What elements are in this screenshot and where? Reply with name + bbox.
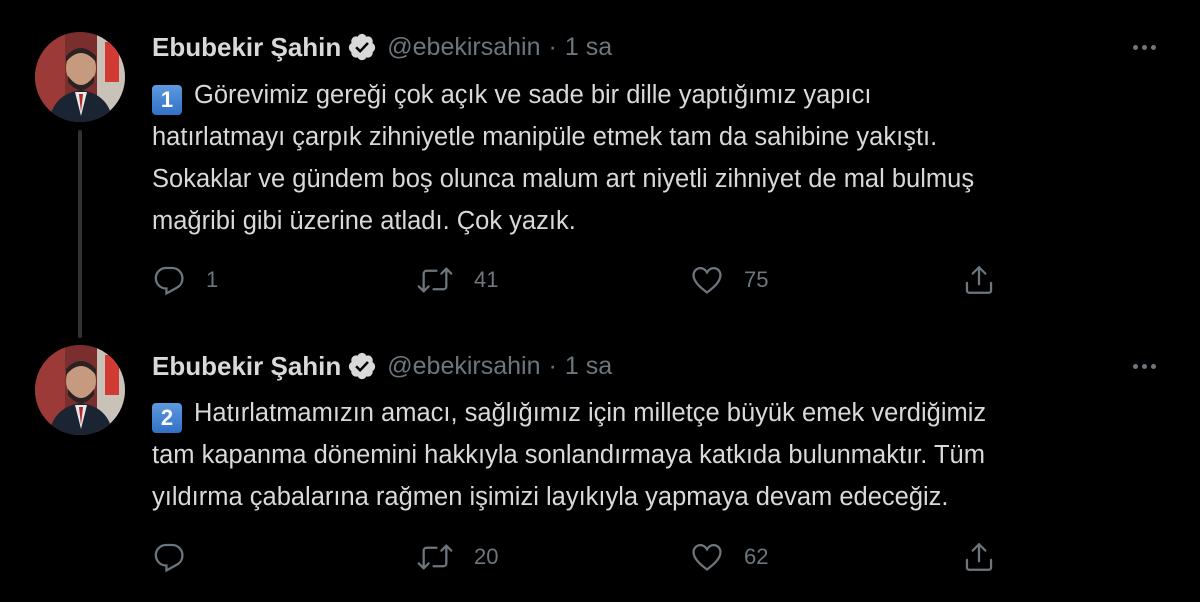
tweet-text-line: 2 Hatırlatmamızın amacı, sağlığımız için … [152, 392, 1162, 434]
reply-count: 1 [206, 267, 219, 292]
tweet-actions: 20 62 [152, 537, 1012, 577]
tweet-text-line: mağribi gibi üzerine atladı. Çok yazık. [152, 207, 576, 235]
share-button[interactable] [962, 537, 996, 577]
tweet-text-segment: Hatırlatmamızın amacı, sağlığımız için m… [194, 399, 987, 427]
share-icon [962, 540, 996, 574]
tweet-header: Ebubekir Şahin @ebekirsahin · 1 sa [152, 348, 612, 384]
keycap-number: 2 [152, 403, 182, 433]
like-count: 62 [744, 544, 769, 569]
retweet-count: 20 [474, 544, 499, 569]
tweet-actions: 1 41 75 [152, 260, 1012, 300]
share-button[interactable] [962, 260, 996, 300]
verified-badge-icon [347, 351, 377, 381]
author-handle[interactable]: @ebekirsahin [387, 352, 540, 381]
separator-dot: · [548, 32, 557, 61]
more-options-icon[interactable] [1124, 354, 1164, 378]
author-name[interactable]: Ebubekir Şahin [152, 32, 341, 63]
reply-icon [152, 263, 186, 297]
tweet-text-segment: Görevimiz gereği çok açık ve sade bir di… [194, 81, 872, 109]
keycap-number: 1 [152, 85, 182, 115]
avatar[interactable] [35, 32, 125, 122]
tweet-text: 2 Hatırlatmamızın amacı, sağlığımız için … [152, 392, 1162, 518]
like-button[interactable]: 62 [690, 537, 768, 577]
author-name[interactable]: Ebubekir Şahin [152, 351, 341, 382]
reply-icon [152, 540, 186, 574]
like-count: 75 [744, 267, 769, 292]
tweet-thread: Ebubekir Şahin @ebekirsahin · 1 sa 1 Göre… [0, 0, 1200, 602]
tweet-text: 1 Görevimiz gereği çok açık ve sade bir d… [152, 74, 1162, 242]
retweet-count: 41 [474, 267, 499, 292]
heart-icon [690, 540, 724, 574]
separator-dot: · [548, 351, 557, 380]
tweet-timestamp[interactable]: 1 sa [565, 33, 612, 62]
tweet-text-line: yıldırma çabalarına rağmen işimizi layık… [152, 483, 949, 511]
reply-button[interactable] [152, 537, 206, 577]
retweet-icon [416, 263, 454, 297]
tweet-text-line: tam kapanma dönemini hakkıyla sonlandırm… [152, 441, 985, 469]
retweet-button[interactable]: 41 [416, 260, 498, 300]
retweet-button[interactable]: 20 [416, 537, 498, 577]
tweet-timestamp[interactable]: 1 sa [565, 352, 612, 381]
tweet-text-line: Sokaklar ve gündem boş olunca malum art … [152, 165, 975, 193]
reply-button[interactable]: 1 [152, 260, 218, 300]
verified-badge-icon [347, 32, 377, 62]
more-options-icon[interactable] [1124, 35, 1164, 59]
retweet-icon [416, 540, 454, 574]
like-button[interactable]: 75 [690, 260, 768, 300]
avatar[interactable] [35, 345, 125, 435]
tweet-header: Ebubekir Şahin @ebekirsahin · 1 sa [152, 29, 612, 65]
author-handle[interactable]: @ebekirsahin [387, 33, 540, 62]
share-icon [962, 263, 996, 297]
tweet[interactable]: Ebubekir Şahin @ebekirsahin · 1 sa 1 Göre… [0, 0, 1200, 330]
tweet-text-line: 1 Görevimiz gereği çok açık ve sade bir d… [152, 74, 1162, 116]
heart-icon [690, 263, 724, 297]
tweet[interactable]: Ebubekir Şahin @ebekirsahin · 1 sa 2 Hatı… [0, 330, 1200, 602]
tweet-text-line: hatırlatmayı çarpık zihniyetle manipüle … [152, 123, 938, 151]
